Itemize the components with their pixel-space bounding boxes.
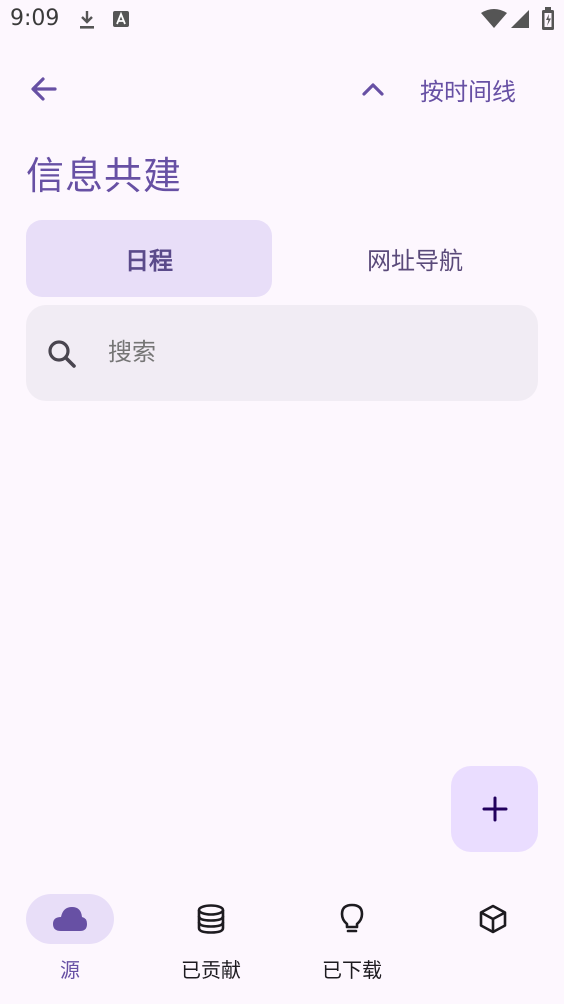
download-icon (80, 11, 94, 29)
chevron-up-icon (362, 83, 384, 96)
status-time: 9:09 (10, 6, 60, 31)
nav-label: 源 (60, 958, 80, 982)
wifi-icon (481, 9, 507, 28)
arrow-back-icon (31, 77, 57, 101)
cloud-icon (53, 907, 87, 931)
search-icon (48, 340, 76, 368)
plus-icon (482, 796, 507, 822)
battery-icon (542, 7, 554, 30)
nav-item-downloaded[interactable]: 已下载 (282, 880, 422, 990)
tab-url-navigation[interactable]: 网址导航 (292, 220, 538, 297)
nav-item-package[interactable] (423, 880, 563, 990)
signal-icon (511, 10, 529, 28)
timeline-button[interactable]: 按时间线 (420, 72, 516, 107)
top-app-bar: 按时间线 (0, 58, 564, 120)
font-icon (113, 11, 129, 27)
nav-item-source[interactable]: 源 (0, 880, 140, 990)
nav-item-contributed[interactable]: 已贡献 (141, 880, 281, 990)
bottom-navigation: 源 已贡献 已下载 (0, 880, 564, 1004)
search-bar[interactable] (26, 305, 538, 401)
nav-label: 已下载 (322, 958, 382, 982)
database-icon (197, 904, 225, 934)
nav-active-indicator (26, 894, 114, 944)
back-button[interactable] (18, 68, 70, 110)
collapse-button[interactable] (350, 68, 396, 110)
search-input[interactable] (108, 338, 508, 366)
status-bar: 9:09 (0, 0, 564, 38)
tab-schedule[interactable]: 日程 (26, 220, 272, 297)
package-icon (479, 904, 507, 934)
nav-label: 已贡献 (181, 958, 241, 982)
lightbulb-icon (340, 903, 364, 933)
page-title: 信息共建 (26, 154, 183, 198)
add-fab-button[interactable] (451, 766, 538, 852)
